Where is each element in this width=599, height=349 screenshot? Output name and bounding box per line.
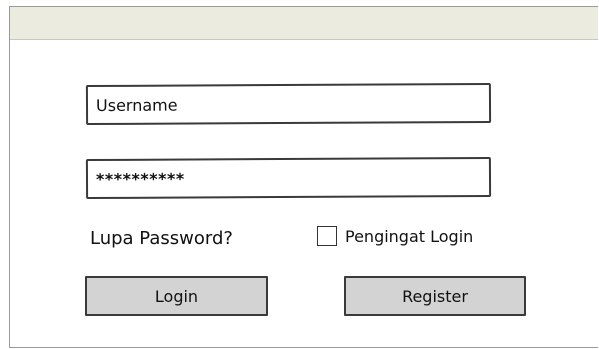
remember-login-checkbox[interactable] bbox=[317, 226, 337, 246]
login-button-label: Login bbox=[154, 286, 199, 306]
title-bar bbox=[10, 7, 598, 40]
remember-login-option[interactable]: Pengingat Login bbox=[317, 226, 473, 246]
register-button-label: Register bbox=[402, 286, 468, 306]
password-value: ********** bbox=[95, 169, 185, 189]
username-input[interactable]: Username bbox=[85, 82, 492, 126]
remember-login-label: Pengingat Login bbox=[345, 226, 474, 246]
forgot-password-link[interactable]: Lupa Password? bbox=[90, 228, 233, 249]
login-button[interactable]: Login bbox=[85, 276, 268, 316]
password-input[interactable]: ********** bbox=[85, 156, 492, 200]
register-button[interactable]: Register bbox=[344, 276, 526, 316]
login-window: Username ********** Lupa Password? Pengi… bbox=[9, 6, 598, 348]
username-value: Username bbox=[95, 95, 178, 115]
